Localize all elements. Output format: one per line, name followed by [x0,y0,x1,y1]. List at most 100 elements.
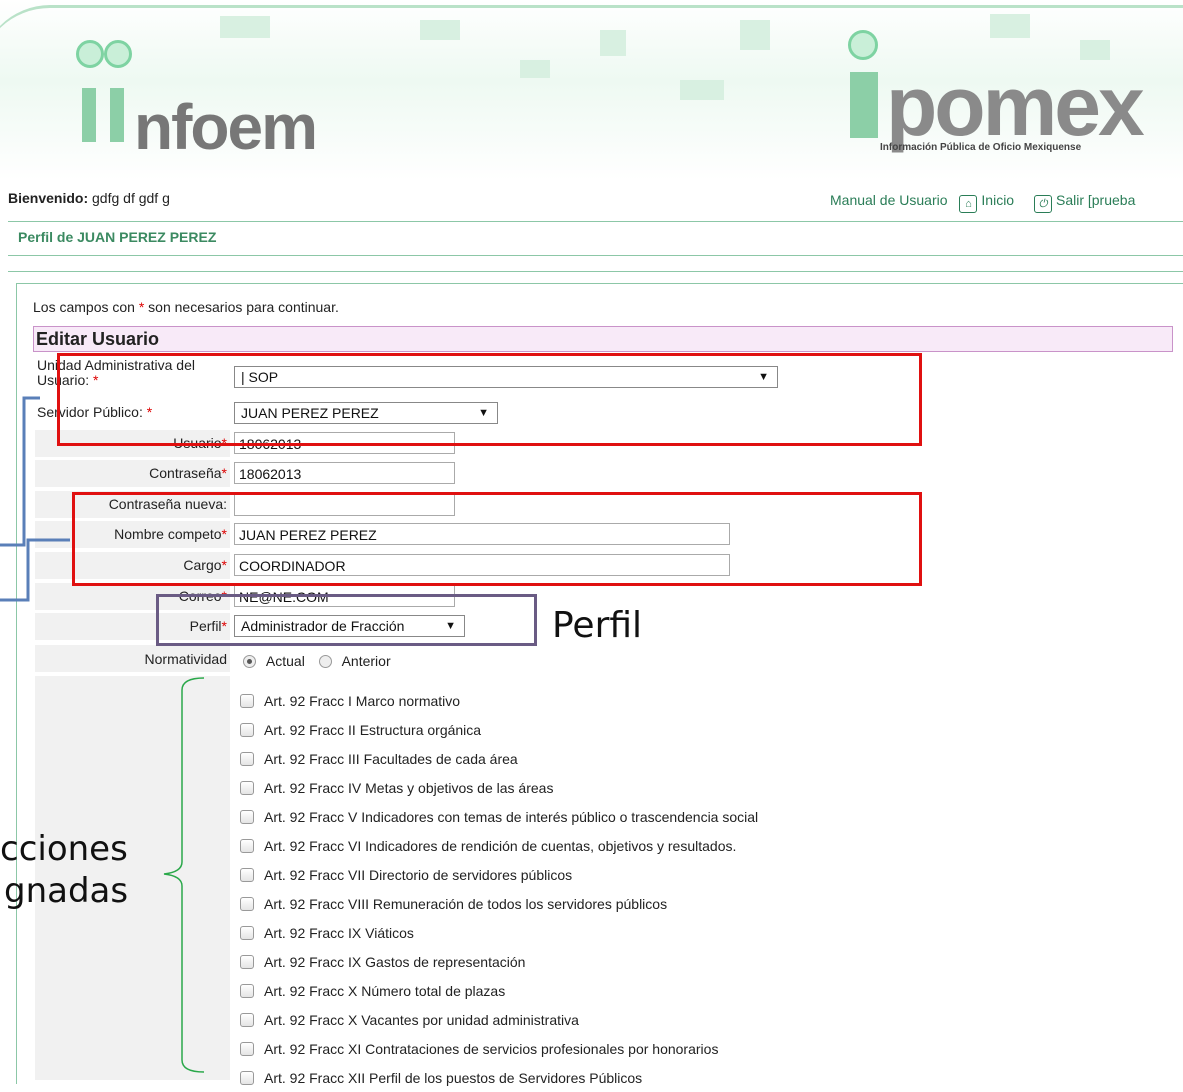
divider [8,271,1183,272]
page-title: Perfil de JUAN PEREZ PEREZ [18,229,217,245]
fraccion-checkbox[interactable] [240,751,254,766]
welcome-label: Bienvenido: [8,190,89,206]
fraccion-item[interactable]: Art. 92 Fracc III Facultades de cada áre… [240,744,940,773]
blue-connector [0,396,40,547]
fraccion-checkbox[interactable] [240,867,254,882]
fraccion-label: Art. 92 Fracc IV Metas y objetivos de la… [264,779,554,796]
required-note-text: Los campos con [33,299,139,315]
required-star: * [221,465,227,481]
highlight-box-user-data [72,492,922,586]
top-nav: Manual de Usuario ⌂ Inicio ⏻ Salir [prueba [830,192,1151,213]
fraccion-item[interactable]: Art. 92 Fracc VII Directorio de servidor… [240,860,940,889]
fraccion-item[interactable]: Art. 92 Fracc V Indicadores con temas de… [240,802,940,831]
annotation-line: cciones [0,829,128,869]
required-note-text: son necesarios para continuar. [144,299,339,315]
banner-decoration [740,20,770,50]
normatividad-radio-group: Actual Anterior [243,653,391,669]
fraccion-item[interactable]: Art. 92 Fracc XII Perfil de los puestos … [240,1063,940,1092]
fraccion-checkbox[interactable] [240,722,254,737]
logo-bar [82,88,96,142]
fraccion-item[interactable]: Art. 92 Fracc IX Gastos de representació… [240,947,940,976]
header-banner: nfoem pomex Información Pública de Ofici… [0,0,1183,180]
fraccion-checkbox[interactable] [240,954,254,969]
logo-bar [850,72,878,138]
fraccion-item[interactable]: Art. 92 Fracc XI Contrataciones de servi… [240,1034,940,1063]
section-header: Editar Usuario [33,326,1173,352]
fraccion-label: Art. 92 Fracc VII Directorio de servidor… [264,866,573,883]
home-icon: ⌂ [959,195,978,213]
banner-decoration [420,20,460,40]
fraccion-item[interactable]: Art. 92 Fracc VI Indicadores de rendició… [240,831,940,860]
banner-decoration [600,30,626,56]
fraccion-label: Art. 92 Fracc VI Indicadores de rendició… [264,837,737,854]
fraccion-checkbox[interactable] [240,1012,254,1027]
fraccion-checkbox[interactable] [240,1041,254,1056]
fraccion-label: Art. 92 Fracc IX Gastos de representació… [264,953,526,970]
ipomex-subtitle: Información Pública de Oficio Mexiquense [880,142,1082,153]
fraccion-checkbox[interactable] [240,1070,254,1085]
highlight-box-user-unit [57,353,922,446]
fraccion-checkbox[interactable] [240,809,254,824]
divider [8,255,1183,256]
fraccion-item[interactable]: Art. 92 Fracc IV Metas y objetivos de la… [240,773,940,802]
fraccion-checkbox[interactable] [240,838,254,853]
banner-decoration [680,80,724,100]
fraccion-item[interactable]: Art. 92 Fracc X Vacantes por unidad admi… [240,1005,940,1034]
fraccion-checkbox[interactable] [240,925,254,940]
fraccion-item[interactable]: Art. 92 Fracc VIII Remuneración de todos… [240,889,940,918]
fracciones-list: Art. 92 Fracc I Marco normativo Art. 92 … [240,686,940,1092]
fraccion-item[interactable]: Art. 92 Fracc X Número total de plazas [240,976,940,1005]
curly-brace-icon [163,677,205,1073]
power-icon: ⏻ [1033,195,1052,213]
fraccion-checkbox[interactable] [240,780,254,795]
home-link-wrap[interactable]: ⌂ Inicio [959,192,1022,213]
normatividad-actual-radio[interactable] [243,655,256,668]
fraccion-item[interactable]: Art. 92 Fracc I Marco normativo [240,686,940,715]
fraccion-label: Art. 92 Fracc IX Viáticos [264,924,414,941]
fracciones-annotation: cciones gnadas [0,828,128,912]
logout-link[interactable]: Salir [prueba [1056,192,1135,208]
fraccion-label: Art. 92 Fracc XI Contrataciones de servi… [264,1040,719,1057]
logo-dot [848,30,878,60]
connector-lines [0,396,70,602]
fraccion-label: Art. 92 Fracc X Número total de plazas [264,982,506,999]
fraccion-label: Art. 92 Fracc XII Perfil de los puestos … [264,1069,643,1086]
logo-dot [76,40,104,68]
fraccion-label: Art. 92 Fracc VIII Remuneración de todos… [264,895,668,912]
fraccion-label: Art. 92 Fracc III Facultades de cada áre… [264,750,518,767]
ipomex-logo[interactable]: pomex Información Pública de Oficio Mexi… [848,30,1158,165]
fraccion-label: Art. 92 Fracc V Indicadores con temas de… [264,808,759,825]
normatividad-label: Normatividad [144,651,227,667]
banner-decoration [520,60,550,78]
divider [8,221,1183,222]
normatividad-anterior-label[interactable]: Anterior [342,653,391,669]
fraccion-label: Art. 92 Fracc I Marco normativo [264,692,461,709]
fracciones-brace [163,677,205,1073]
welcome-user: gdfg df gdf g [92,190,170,206]
fraccion-checkbox[interactable] [240,983,254,998]
fraccion-checkbox[interactable] [240,693,254,708]
normatividad-actual-label[interactable]: Actual [266,653,305,669]
fraccion-label: Art. 92 Fracc II Estructura orgánica [264,721,482,738]
fraccion-checkbox[interactable] [240,896,254,911]
infoem-logo[interactable]: nfoem [76,40,406,163]
fraccion-label: Art. 92 Fracc X Vacantes por unidad admi… [264,1011,579,1028]
contrasena-label-text: Contraseña [149,465,222,481]
normatividad-anterior-radio[interactable] [318,655,332,668]
welcome-text: Bienvenido: gdfg df gdf g [8,190,170,206]
annotation-line: gnadas [4,871,129,911]
home-link[interactable]: Inicio [981,192,1014,208]
fraccion-item[interactable]: Art. 92 Fracc IX Viáticos [240,918,940,947]
required-note: Los campos con * son necesarios para con… [33,299,339,315]
logout-link-wrap[interactable]: ⏻ Salir [prueba [1033,192,1143,213]
perfil-annotation: Perfil [552,605,643,646]
manual-link[interactable]: Manual de Usuario [830,192,948,208]
highlight-box-perfil [156,594,537,646]
banner-decoration [220,16,270,38]
blue-connector [0,538,70,602]
logo-dot [104,40,132,68]
logo-bar [110,88,124,142]
fraccion-item[interactable]: Art. 92 Fracc II Estructura orgánica [240,715,940,744]
infoem-logo-text: nfoem [134,91,318,163]
contrasena-input[interactable]: 18062013 [234,462,455,484]
